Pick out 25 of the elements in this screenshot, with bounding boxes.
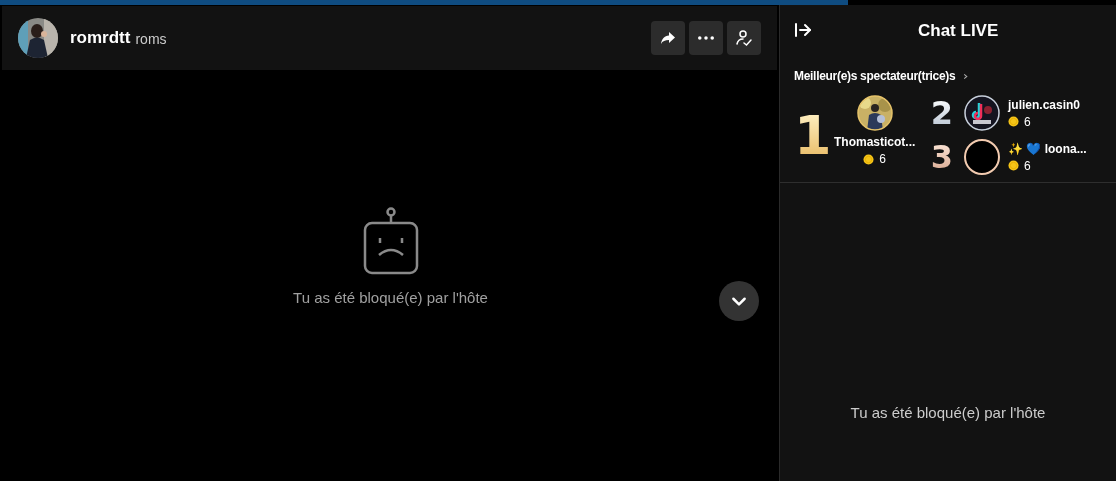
display-name: romrdtt (70, 28, 131, 48)
username: roms (135, 31, 167, 47)
blocked-message: Tu as été bloqué(e) par l'hôte (293, 289, 488, 306)
more-icon (698, 36, 714, 40)
scroll-down-button[interactable] (719, 281, 759, 321)
coin-count: 6 (1024, 114, 1031, 129)
chat-title: Chat LIVE (918, 21, 999, 41)
viewer-name: julien.casin0 (1008, 97, 1081, 112)
coin-count: 6 (1024, 158, 1031, 173)
viewer-name: Thomasticot... (834, 135, 916, 149)
share-button[interactable] (651, 21, 685, 55)
coin-icon (863, 153, 875, 165)
more-button[interactable] (689, 21, 723, 55)
avatar (964, 139, 1000, 175)
collapse-button[interactable] (793, 20, 813, 40)
coin-icon (1008, 160, 1019, 171)
coin-icon (1008, 116, 1019, 127)
top-viewers-link[interactable]: Meilleur(e)s spectateur(trice)s (794, 69, 970, 83)
sad-robot-icon (362, 207, 419, 275)
person-check-icon (734, 28, 754, 48)
chevron-right-icon (962, 72, 970, 80)
viewer-name: ✨ 💙 loona... (1008, 141, 1087, 156)
blocked-message: Tu as été bloqué(e) par l'hôte (850, 403, 1046, 421)
follow-button[interactable] (727, 21, 761, 55)
coin-count: 6 (879, 152, 886, 166)
